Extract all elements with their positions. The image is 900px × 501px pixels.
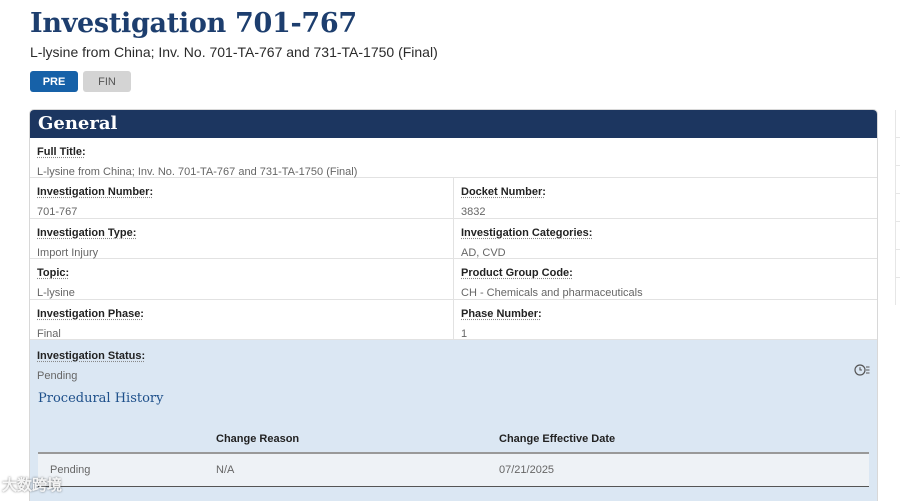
page-title: Investigation 701-767 — [30, 8, 357, 39]
side-panel-edge — [895, 110, 900, 305]
investigation-status-label: Investigation Status: — [37, 350, 146, 362]
investigation-number-label: Investigation Number: — [37, 186, 154, 198]
row-numbers: Investigation Number: 701-767 Docket Num… — [30, 178, 877, 219]
investigation-number-value: 701-767 — [37, 206, 78, 218]
procedural-history-title: Procedural History — [38, 391, 164, 406]
investigation-type-value: Import Injury — [37, 246, 99, 259]
phase-number-value: 1 — [461, 327, 468, 340]
topic-label: Topic: — [37, 267, 70, 279]
tab-fin[interactable]: FIN — [83, 71, 131, 92]
history-table-header: Change Reason Change Effective Date — [38, 426, 869, 454]
phase-number-label: Phase Number: — [461, 307, 542, 320]
phase-tabs: PRE FIN — [30, 71, 131, 92]
general-header: General — [30, 110, 877, 138]
row-full-title: Full Title: L-lysine from China; Inv. No… — [30, 138, 877, 178]
status-section: Investigation Status: Pending Procedural… — [30, 340, 877, 501]
docket-number-label: Docket Number: — [461, 186, 546, 198]
full-title-value: L-lysine from China; Inv. No. 701-TA-767… — [37, 166, 358, 178]
row-topic: Topic: L-lysine Product Group Code: CH -… — [30, 259, 877, 300]
page-subtitle: L-lysine from China; Inv. No. 701-TA-767… — [30, 44, 438, 60]
product-group-code-label: Product Group Code: — [461, 267, 573, 279]
history-date-cell: 07/21/2025 — [499, 464, 555, 476]
table-row: Pending N/A 07/21/2025 — [38, 454, 869, 487]
product-group-code-value: CH - Chemicals and pharmaceuticals — [461, 287, 643, 299]
investigation-phase-value: Final — [37, 327, 61, 340]
watermark-logo: 大数跨境 — [2, 477, 63, 494]
investigation-status-value: Pending — [37, 370, 78, 382]
history-reason-cell: N/A — [216, 464, 235, 476]
investigation-phase-label: Investigation Phase: — [37, 307, 144, 320]
topic-value: L-lysine — [37, 287, 75, 299]
investigation-categories-value: AD, CVD — [461, 246, 506, 259]
column-header-effective-date: Change Effective Date — [499, 433, 616, 445]
row-phase: Investigation Phase: Final Phase Number:… — [30, 299, 877, 340]
investigation-categories-label: Investigation Categories: — [461, 226, 593, 239]
row-type: Investigation Type: Import Injury Invest… — [30, 218, 877, 259]
column-header-change-reason: Change Reason — [216, 433, 300, 445]
tab-pre[interactable]: PRE — [30, 71, 78, 92]
docket-number-value: 3832 — [461, 206, 486, 218]
general-card: General Full Title: L-lysine from China;… — [29, 109, 878, 501]
investigation-type-label: Investigation Type: — [37, 226, 137, 239]
procedural-history-table: Change Reason Change Effective Date Pend… — [38, 426, 869, 487]
history-status-cell: Pending — [50, 464, 91, 476]
history-list-icon[interactable] — [854, 363, 870, 377]
full-title-label: Full Title: — [37, 146, 86, 158]
